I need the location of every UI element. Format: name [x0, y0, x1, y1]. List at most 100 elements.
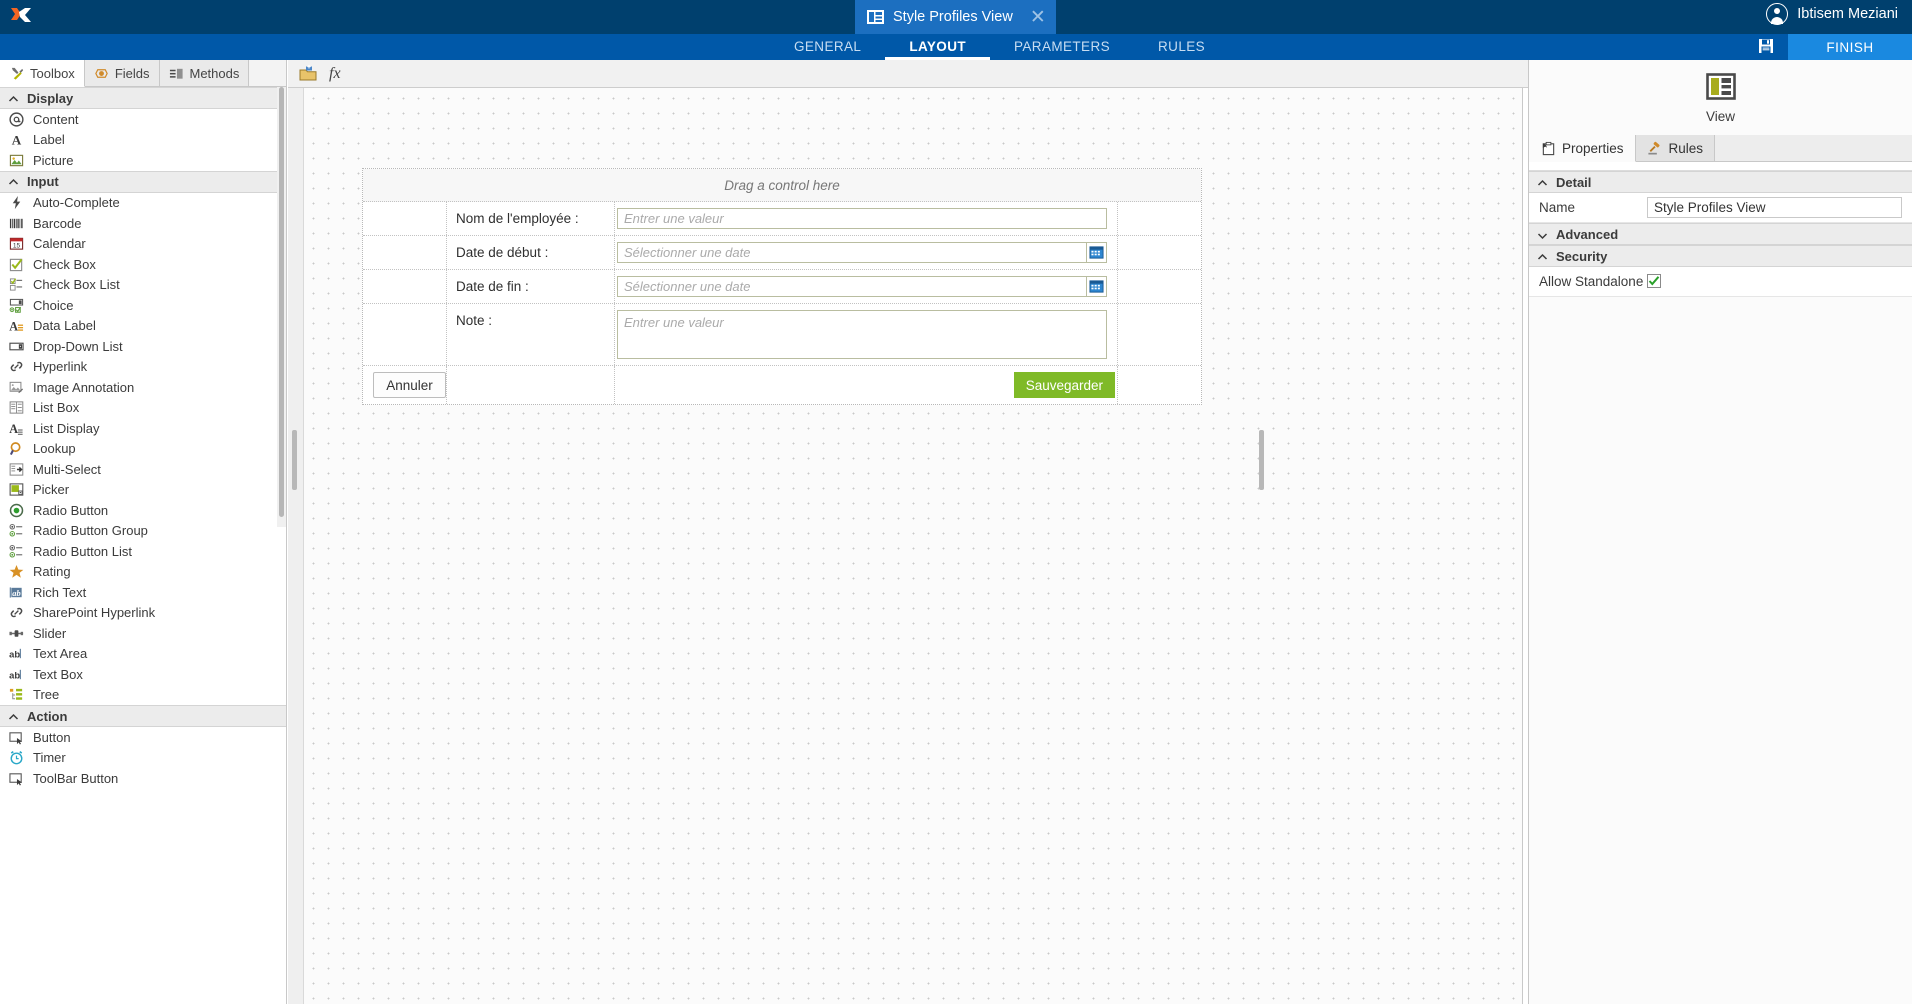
tool-item-toolbar-button[interactable]: ToolBar Button	[0, 768, 286, 789]
form-control-cell[interactable]: Entrer une valeur	[615, 304, 1117, 365]
tab-rules[interactable]: Rules	[1635, 135, 1716, 161]
tool-item-choice[interactable]: Choice	[0, 295, 286, 316]
tool-item-hyperlink[interactable]: Hyperlink	[0, 357, 286, 378]
form-cell-spacer-right[interactable]	[1117, 366, 1201, 404]
right-splitter-handle[interactable]	[1259, 430, 1264, 490]
tool-item-calendar[interactable]: 15 Calendar	[0, 234, 286, 255]
user-account[interactable]: Ibtisem Meziani	[1766, 3, 1898, 25]
tool-item-button[interactable]: Button	[0, 727, 286, 748]
tool-item-list-display[interactable]: A List Display	[0, 418, 286, 439]
toolbox-group-action-label: Action	[27, 708, 68, 724]
properties-panel-spacer	[1529, 162, 1912, 171]
tool-item-label: List Box	[33, 400, 80, 416]
form-cell-spacer[interactable]	[363, 202, 447, 235]
save-button-cell[interactable]: Sauvegarder	[615, 366, 1117, 404]
tab-toolbox[interactable]: Toolbox	[0, 60, 85, 87]
employee-name-input[interactable]: Entrer une valeur	[617, 208, 1107, 229]
tool-item-radio-button-group[interactable]: Radio Button Group	[0, 521, 286, 542]
properties-section-security[interactable]: Security	[1529, 245, 1912, 267]
scrollbar-thumb[interactable]	[279, 87, 284, 517]
tool-item-lookup[interactable]: Lookup	[0, 439, 286, 460]
properties-panel-header: View	[1529, 60, 1912, 135]
form-design-canvas[interactable]: Drag a control here Nom de l'employée : …	[304, 88, 1523, 1004]
tool-item-multi-select[interactable]: Multi-Select	[0, 459, 286, 480]
toolbox-group-action[interactable]: Action	[0, 705, 286, 727]
left-splitter-handle[interactable]	[292, 430, 297, 490]
tool-item-rating[interactable]: Rating	[0, 562, 286, 583]
tool-item-rich-text[interactable]: ab Rich Text	[0, 582, 286, 603]
tool-item-slider[interactable]: Slider	[0, 623, 286, 644]
form-cell-spacer-right[interactable]	[1117, 304, 1201, 365]
document-tab[interactable]: Style Profiles View ✕	[855, 0, 1056, 34]
properties-section-detail[interactable]: Detail	[1529, 171, 1912, 193]
tool-item-barcode[interactable]: Barcode	[0, 213, 286, 234]
tool-item-radio-button-list[interactable]: Radio Button List	[0, 541, 286, 562]
tool-item-text-area[interactable]: ab Text Area	[0, 644, 286, 665]
tool-item-tree[interactable]: Tree	[0, 685, 286, 706]
tab-methods[interactable]: Methods	[159, 60, 250, 86]
form-label-start-date: Date de début :	[447, 236, 615, 269]
tool-item-image-annotation[interactable]: Image Annotation	[0, 377, 286, 398]
save-button[interactable]	[1744, 34, 1788, 60]
ribbon-tab-general[interactable]: GENERAL	[770, 34, 885, 60]
toolbox-group-display[interactable]: Display	[0, 87, 286, 109]
barcode-icon	[8, 215, 24, 231]
chevron-up-icon	[8, 93, 19, 104]
property-value-cell[interactable]	[1647, 273, 1912, 290]
tool-item-label[interactable]: A Label	[0, 130, 286, 151]
property-value-cell[interactable]: Style Profiles View	[1647, 197, 1912, 218]
form-control-cell[interactable]: Entrer une valeur	[615, 202, 1117, 235]
finish-button[interactable]: FINISH	[1788, 34, 1912, 60]
tab-fields[interactable]: Fields	[84, 60, 160, 86]
form-cell-spacer-right[interactable]	[1117, 202, 1201, 235]
tool-item-auto-complete[interactable]: Auto-Complete	[0, 193, 286, 214]
save-form-button[interactable]: Sauvegarder	[1013, 372, 1115, 398]
tool-item-content[interactable]: Content	[0, 109, 286, 130]
tool-item-drop-down-list[interactable]: Drop-Down List	[0, 336, 286, 357]
tool-item-label: Slider	[33, 625, 67, 641]
formula-fx-button[interactable]: fx	[329, 65, 341, 83]
form-cell-spacer-right[interactable]	[1117, 270, 1201, 303]
left-panel-scrollbar[interactable]	[277, 87, 286, 527]
ribbon-tab-parameters[interactable]: PARAMETERS	[990, 34, 1134, 60]
form-cell-spacer[interactable]	[363, 270, 447, 303]
ribbon-tab-rules[interactable]: RULES	[1134, 34, 1229, 60]
toolbox-group-input[interactable]: Input	[0, 170, 286, 193]
allow-standalone-checkbox[interactable]	[1647, 273, 1661, 288]
properties-section-advanced[interactable]: Advanced	[1529, 223, 1912, 245]
rich-text-icon: ab	[8, 584, 24, 600]
form-cell-spacer[interactable]	[363, 236, 447, 269]
open-folder-icon[interactable]	[298, 64, 317, 83]
cancel-button-cell[interactable]: Annuler	[363, 366, 447, 404]
close-icon[interactable]: ✕	[1030, 8, 1046, 27]
tool-item-list-box[interactable]: List Box	[0, 398, 286, 419]
form-control-cell[interactable]: Sélectionner une date	[615, 270, 1117, 303]
start-date-picker[interactable]: Sélectionner une date	[617, 242, 1107, 263]
drag-control-hint[interactable]: Drag a control here	[363, 169, 1201, 202]
name-input[interactable]: Style Profiles View	[1647, 197, 1902, 218]
tool-item-data-label[interactable]: A Data Label	[0, 316, 286, 337]
form-cell-spacer-right[interactable]	[1117, 236, 1201, 269]
calendar-icon[interactable]	[1086, 242, 1107, 263]
tool-item-check-box-list[interactable]: Check Box List	[0, 275, 286, 296]
cancel-button[interactable]: Annuler	[373, 372, 446, 398]
ribbon-tab-layout[interactable]: LAYOUT	[885, 34, 990, 60]
form-cell-empty[interactable]	[447, 366, 615, 404]
tool-item-radio-button[interactable]: Radio Button	[0, 500, 286, 521]
tool-item-picture[interactable]: Picture	[0, 150, 286, 171]
tool-item-check-box[interactable]: Check Box	[0, 254, 286, 275]
start-date-input[interactable]: Sélectionner une date	[617, 242, 1086, 263]
note-textarea[interactable]: Entrer une valeur	[617, 310, 1107, 359]
x-brand-logo-icon[interactable]	[8, 4, 34, 30]
tool-item-picker[interactable]: Picker	[0, 480, 286, 501]
end-date-input[interactable]: Sélectionner une date	[617, 276, 1086, 297]
form-cell-spacer[interactable]	[363, 304, 447, 365]
end-date-picker[interactable]: Sélectionner une date	[617, 276, 1107, 297]
tool-item-timer[interactable]: Timer	[0, 748, 286, 769]
form-control-cell[interactable]: Sélectionner une date	[615, 236, 1117, 269]
tool-item-sharepoint-hyperlink[interactable]: SharePoint Hyperlink	[0, 603, 286, 624]
tool-item-text-box[interactable]: ab Text Box	[0, 664, 286, 685]
fields-icon	[94, 65, 110, 81]
calendar-icon[interactable]	[1086, 276, 1107, 297]
tab-properties[interactable]: Properties	[1529, 135, 1636, 162]
